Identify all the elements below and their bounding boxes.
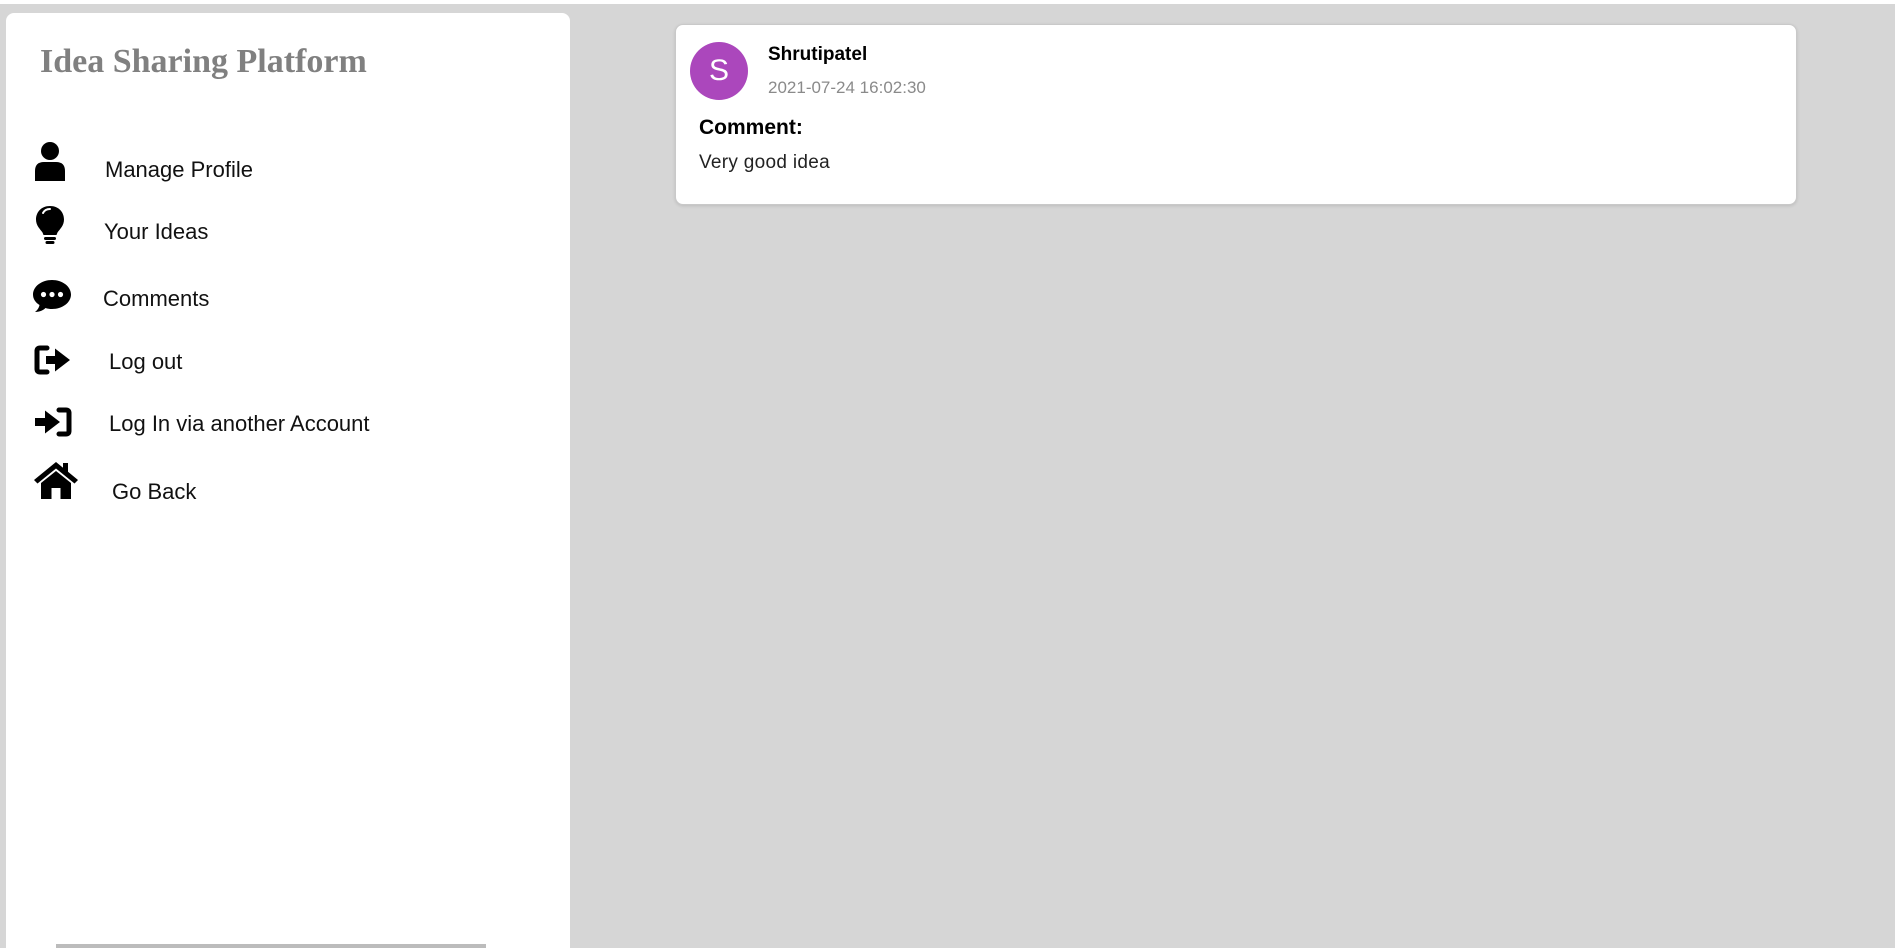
sidebar-item-label: Log out xyxy=(109,349,183,374)
brand-title: Idea Sharing Platform xyxy=(40,43,367,80)
sidebar-item-manage-profile[interactable]: Manage Profile xyxy=(32,141,272,189)
user-icon xyxy=(32,141,68,181)
sidebar-item-label: Comments xyxy=(103,286,210,311)
sign-out-icon xyxy=(34,345,72,375)
sidebar-item-go-back[interactable]: Go Back xyxy=(32,459,272,507)
comment-text: Very good idea xyxy=(699,152,830,173)
avatar: S xyxy=(690,42,748,100)
sidebar-item-your-ideas[interactable]: Your Ideas xyxy=(32,204,272,252)
sidebar-item-log-out[interactable]: Log out xyxy=(32,333,272,381)
sidebar-item-label: Manage Profile xyxy=(105,157,253,182)
sidebar: Idea Sharing Platform Manage Profile You… xyxy=(6,13,570,948)
horizontal-scrollbar[interactable] xyxy=(56,944,486,948)
comment-heading: Comment: xyxy=(699,116,803,139)
sidebar-item-log-in-another-account[interactable]: Log In via another Account xyxy=(32,395,392,443)
sidebar-item-label: Log In via another Account xyxy=(109,411,370,436)
comment-timestamp: 2021-07-24 16:02:30 xyxy=(768,78,926,97)
comment-dots-icon xyxy=(32,279,72,313)
lightbulb-icon xyxy=(35,204,65,244)
sidebar-item-comments[interactable]: Comments xyxy=(32,269,272,317)
sidebar-item-label: Your Ideas xyxy=(104,219,209,244)
comment-card: S Shrutipatel 2021-07-24 16:02:30 Commen… xyxy=(675,24,1797,205)
home-icon xyxy=(32,459,80,501)
sidebar-item-label: Go Back xyxy=(112,479,197,504)
sign-in-icon xyxy=(34,407,72,437)
comment-author: Shrutipatel xyxy=(768,44,868,65)
main-content: S Shrutipatel 2021-07-24 16:02:30 Commen… xyxy=(570,4,1895,948)
